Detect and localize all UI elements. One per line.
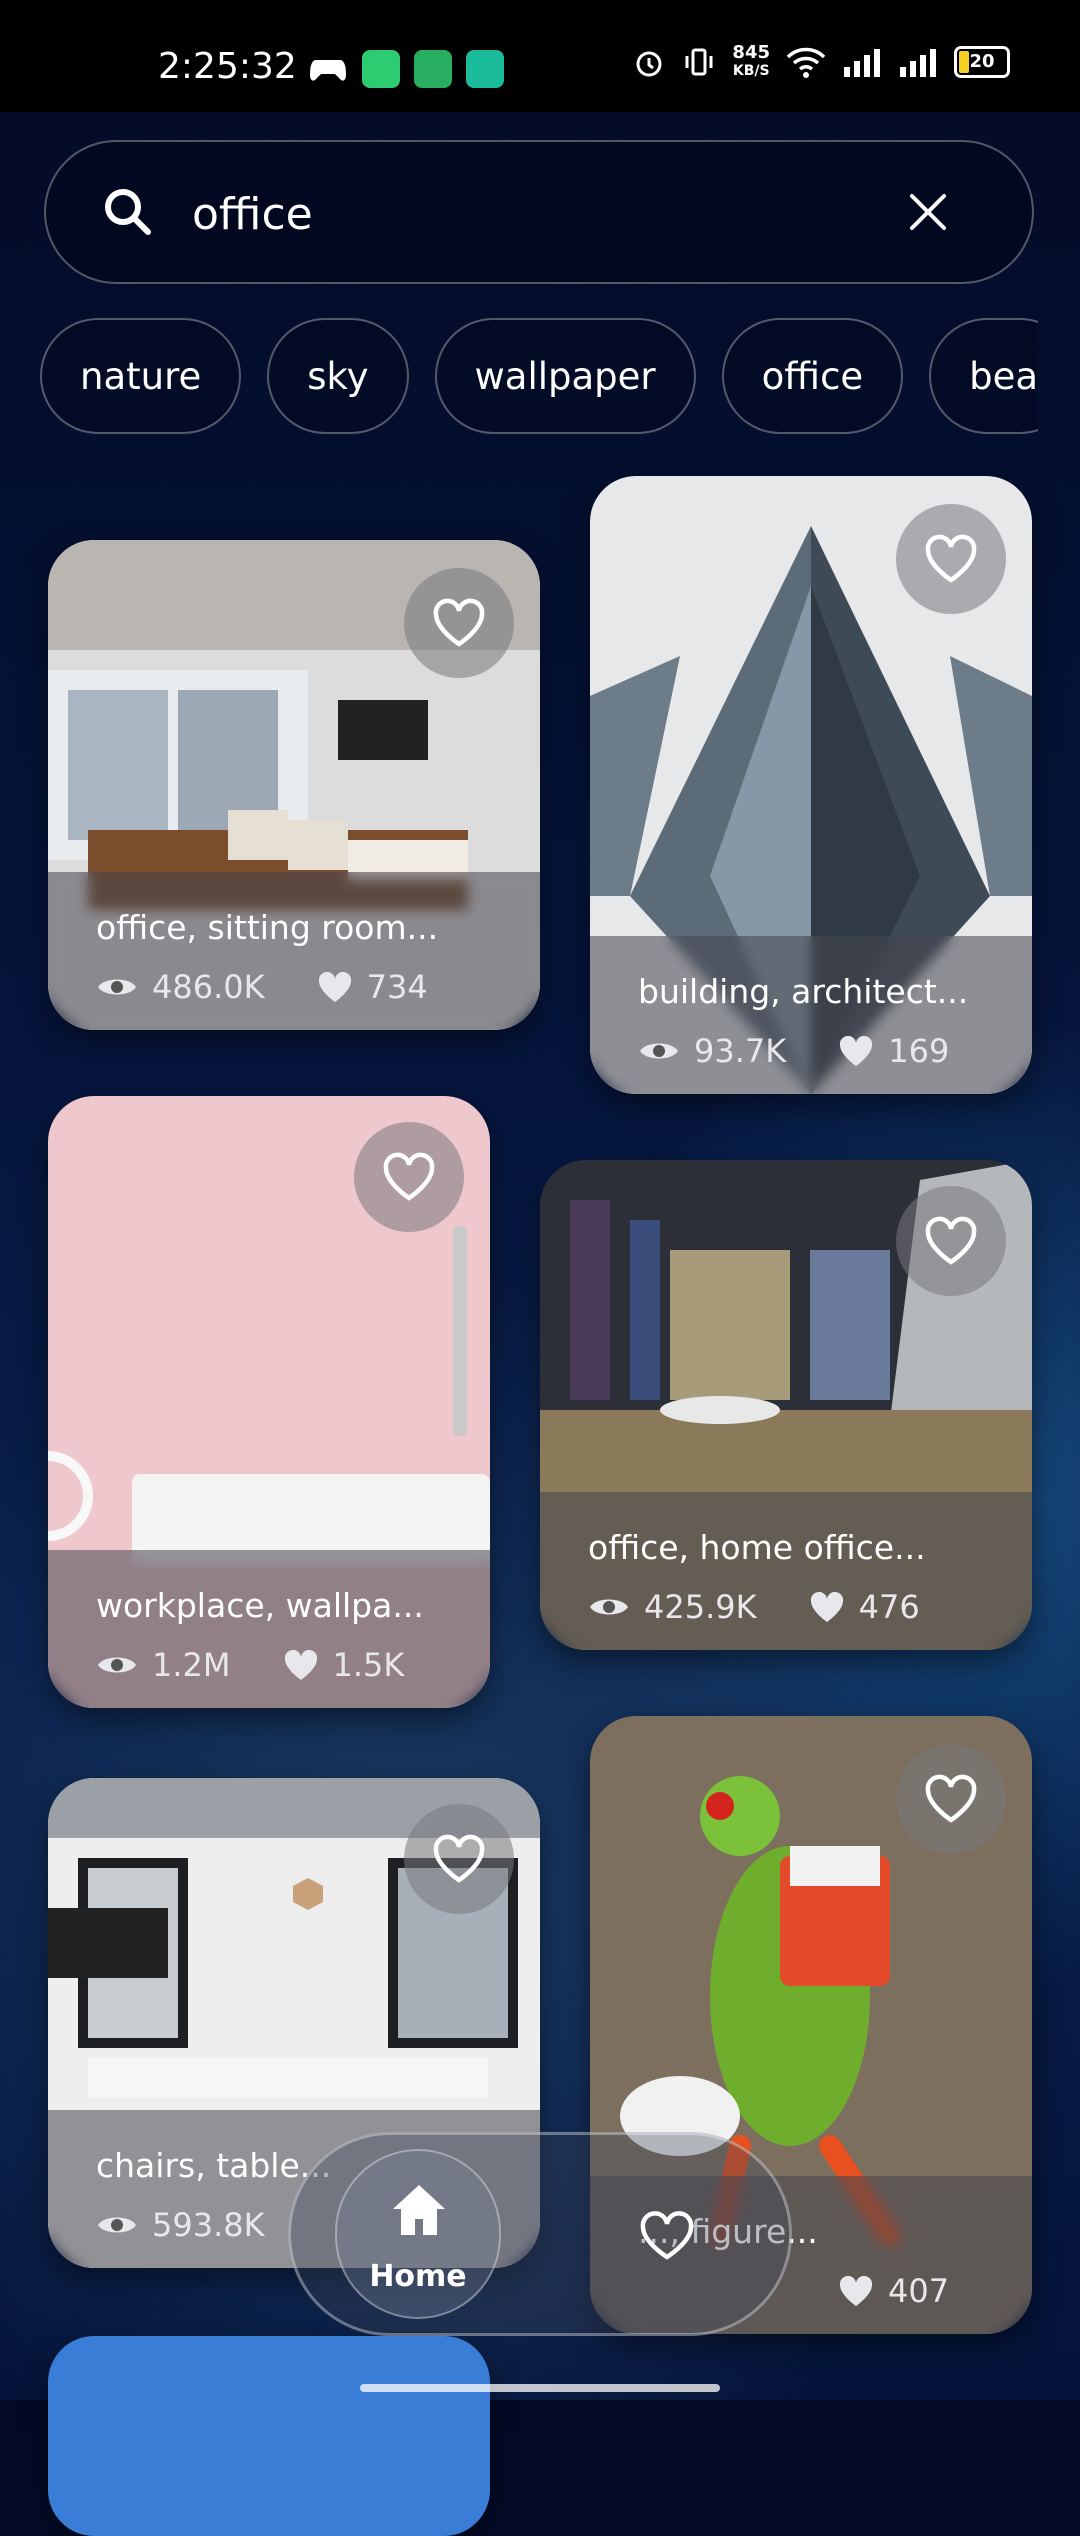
chip-partial[interactable]: bea [929, 318, 1038, 434]
like-count: 169 [888, 1032, 950, 1070]
system-icons: 845 KB/S 20 [632, 44, 1010, 80]
wallpaper-card[interactable]: building, architect... 93.7K 169 [590, 476, 1032, 1094]
favorite-button[interactable] [896, 1186, 1006, 1296]
like-count: 476 [858, 1588, 920, 1626]
eye-icon [590, 1599, 628, 1615]
view-count: 1.2M [152, 1646, 231, 1684]
chip-nature[interactable]: nature [40, 318, 242, 434]
card-info: workplace, wallpa... 1.2M 1.5K [48, 1550, 490, 1708]
status-bar: 2:25:32 845 KB/S 20 [0, 0, 1080, 112]
bottom-nav: Home [288, 2132, 792, 2336]
heart-icon [840, 1035, 873, 1066]
heart-icon [810, 1591, 843, 1622]
heart-icon [839, 2275, 873, 2306]
net-speed-value: 845 [732, 42, 770, 63]
wallpaper-card[interactable]: office, home office... 425.9K 476 [540, 1160, 1032, 1650]
search-input[interactable] [190, 168, 914, 260]
signal-2-icon [900, 49, 936, 77]
gesture-bar [360, 2384, 720, 2392]
heart-outline-icon [925, 1216, 977, 1265]
wallpaper-card[interactable]: workplace, wallpa... 1.2M 1.5K [48, 1096, 490, 1708]
chip-office[interactable]: office [721, 318, 904, 434]
card-stats: 1.2M 1.5K [96, 1646, 404, 1684]
vibrate-icon [685, 48, 713, 76]
chip-wallpaper[interactable]: wallpaper [434, 318, 696, 434]
favorite-button[interactable] [896, 504, 1006, 614]
chat-notification-icon [414, 50, 452, 88]
net-speed: 845 KB/S [732, 44, 770, 80]
game-controller-icon [310, 60, 346, 81]
view-count: 425.9K [644, 1588, 757, 1626]
search-bar[interactable] [44, 140, 1034, 284]
card-title: chairs, table... [96, 2146, 332, 2185]
card-stats: 93.7K 169 [638, 1032, 949, 1070]
wifi-icon [786, 47, 826, 78]
notification-icons [308, 50, 504, 88]
like-count: 1.5K [332, 1646, 405, 1684]
battery-level: 20 [969, 51, 995, 72]
view-count: 593.8K [152, 2206, 265, 2244]
nav-home[interactable]: Home [335, 2149, 501, 2319]
wallpaper-card[interactable]: office, sitting room... 486.0K 734 [48, 540, 540, 1030]
favorite-button[interactable] [404, 568, 514, 678]
view-count: 93.7K [694, 1032, 787, 1070]
nav-favorites-icon[interactable] [639, 2211, 695, 2261]
card-info: building, architect... 93.7K 169 [590, 936, 1032, 1094]
net-speed-unit: KB/S [732, 63, 770, 79]
eye-icon [98, 1657, 136, 1673]
card-title: workplace, wallpa... [96, 1586, 424, 1625]
card-title: office, sitting room... [96, 908, 439, 947]
nav-home-label: Home [369, 2259, 467, 2294]
card-stats: 486.0K 734 [96, 968, 428, 1006]
card-title: office, home office... [588, 1528, 926, 1567]
messenger-notification-icon [466, 50, 504, 88]
like-count: 407 [888, 2272, 950, 2310]
eye-icon [640, 1043, 678, 1059]
eye-icon [98, 979, 136, 995]
chip-sky[interactable]: sky [267, 318, 409, 434]
signal-icon [844, 49, 880, 77]
favorite-button[interactable] [354, 1122, 464, 1232]
home-icon [393, 2185, 445, 2235]
heart-outline-icon [433, 598, 485, 647]
view-count: 486.0K [152, 968, 265, 1006]
card-stats: 425.9K 476 [588, 1588, 920, 1626]
card-info: office, sitting room... 486.0K 734 [48, 872, 540, 1030]
app-notification-icon [362, 50, 400, 88]
heart-outline-icon [925, 1774, 977, 1823]
eye-icon [98, 2217, 136, 2233]
like-count: 734 [366, 968, 428, 1006]
status-time: 2:25:32 [158, 46, 297, 87]
card-stats: 593.8K [96, 2206, 265, 2244]
favorite-button[interactable] [404, 1804, 514, 1914]
favorite-button[interactable] [896, 1744, 1006, 1854]
card-title: building, architect... [638, 972, 969, 1011]
heart-outline-icon [383, 1152, 435, 1201]
close-icon[interactable] [904, 188, 952, 236]
search-icon[interactable] [98, 182, 158, 242]
wallpaper-card[interactable] [48, 2336, 490, 2536]
heart-icon [284, 1649, 317, 1680]
battery-icon: 20 [954, 46, 1010, 78]
card-info: office, home office... 425.9K 476 [540, 1492, 1032, 1650]
heart-outline-icon [925, 534, 977, 583]
heart-outline-icon [433, 1834, 485, 1883]
alarm-icon [636, 51, 662, 77]
heart-icon [318, 971, 351, 1002]
category-chips: nature sky wallpaper office bea [40, 318, 1038, 440]
